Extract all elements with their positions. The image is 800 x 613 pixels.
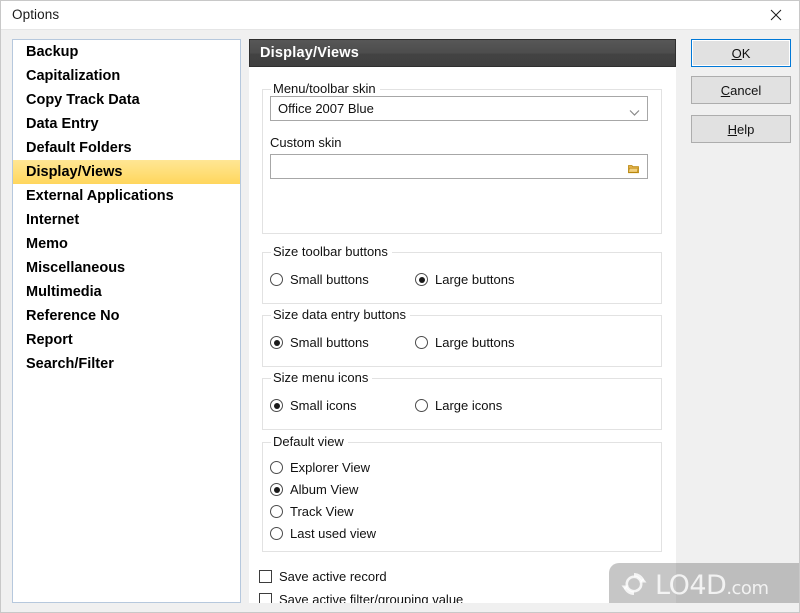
group-legend-menu-icons: Size menu icons bbox=[271, 370, 373, 385]
radio-label: Large buttons bbox=[435, 335, 515, 350]
sidebar-item-internet[interactable]: Internet bbox=[13, 208, 240, 232]
radio-icon[interactable] bbox=[415, 336, 428, 349]
sidebar-item-label: Multimedia bbox=[26, 284, 102, 300]
watermark-suffix: .com bbox=[726, 578, 769, 599]
cancel-button[interactable]: Cancel bbox=[691, 76, 791, 104]
radio-label: Large icons bbox=[435, 398, 503, 413]
default-view-track-view[interactable]: Track View bbox=[270, 504, 354, 519]
sidebar-item-label: Miscellaneous bbox=[26, 260, 126, 276]
sidebar-item-label: External Applications bbox=[26, 188, 174, 204]
sidebar-item-data-entry[interactable]: Data Entry bbox=[13, 112, 240, 136]
title-bar: Options bbox=[1, 1, 799, 30]
radio-icon[interactable] bbox=[415, 399, 428, 412]
category-list[interactable]: Backup Capitalization Copy Track Data Data … bbox=[12, 39, 241, 603]
window-title: Options bbox=[12, 7, 60, 22]
menu-icons-small-icons[interactable]: Small icons bbox=[270, 398, 356, 413]
custom-skin-input[interactable] bbox=[270, 154, 648, 179]
default-view-album-view[interactable]: Album View bbox=[270, 482, 358, 497]
group-legend-default-view: Default view bbox=[271, 434, 348, 449]
checkbox-label: Save active filter/grouping value bbox=[279, 592, 464, 603]
group-legend-toolbar-buttons: Size toolbar buttons bbox=[271, 244, 392, 259]
radio-icon[interactable] bbox=[270, 461, 283, 474]
dialog-bottom-strip bbox=[1, 603, 799, 612]
sidebar-item-miscellaneous[interactable]: Miscellaneous bbox=[13, 256, 240, 280]
radio-label: Small icons bbox=[290, 398, 357, 413]
close-icon[interactable] bbox=[753, 1, 799, 29]
ok-button-label: OK bbox=[731, 45, 751, 61]
radio-icon[interactable] bbox=[270, 336, 283, 349]
sidebar-item-copy-track-data[interactable]: Copy Track Data bbox=[13, 88, 240, 112]
sidebar-item-default-folders[interactable]: Default Folders bbox=[13, 136, 240, 160]
group-legend-data-entry-buttons: Size data entry buttons bbox=[271, 307, 410, 322]
checkbox-label: Save active record bbox=[279, 569, 387, 584]
sidebar-item-label: Default Folders bbox=[26, 140, 132, 156]
sidebar-item-label: Reference No bbox=[26, 308, 120, 324]
radio-icon[interactable] bbox=[270, 527, 283, 540]
default-view-last-used-view[interactable]: Last used view bbox=[270, 526, 376, 541]
radio-icon[interactable] bbox=[270, 399, 283, 412]
sidebar-item-display-views[interactable]: Display/Views bbox=[13, 160, 240, 184]
sidebar-item-backup[interactable]: Backup bbox=[13, 40, 240, 64]
sidebar-item-label: Data Entry bbox=[26, 116, 99, 132]
sidebar-item-label: Display/Views bbox=[26, 164, 123, 180]
toolbar-buttons-large-buttons[interactable]: Large buttons bbox=[415, 272, 515, 287]
page-title: Display/Views bbox=[249, 39, 676, 67]
sidebar-item-multimedia[interactable]: Multimedia bbox=[13, 280, 240, 304]
custom-skin-label: Custom skin bbox=[270, 135, 342, 150]
option-save-active-record[interactable]: Save active record bbox=[259, 569, 387, 584]
options-dialog: Options Backup Capitalization Copy Track D… bbox=[0, 0, 800, 613]
skin-combobox[interactable]: Office 2007 Blue bbox=[270, 96, 648, 121]
cancel-button-label: Cancel bbox=[720, 82, 762, 98]
radio-label: Small buttons bbox=[290, 335, 369, 350]
sidebar-item-reference-no[interactable]: Reference No bbox=[13, 304, 240, 328]
option-save-active-filter-grouping-value[interactable]: Save active filter/grouping value bbox=[259, 592, 463, 603]
data-entry-buttons-small-buttons[interactable]: Small buttons bbox=[270, 335, 369, 350]
radio-label: Large buttons bbox=[435, 272, 515, 287]
sidebar-item-capitalization[interactable]: Capitalization bbox=[13, 64, 240, 88]
sidebar-item-label: Copy Track Data bbox=[26, 92, 140, 108]
sidebar-item-label: Internet bbox=[26, 212, 80, 228]
sidebar-item-label: Backup bbox=[26, 44, 79, 60]
radio-label: Album View bbox=[290, 482, 359, 497]
skin-combobox-value: Office 2007 Blue bbox=[278, 101, 374, 116]
sidebar-item-label: Memo bbox=[26, 236, 68, 252]
settings-panel: Display/Views Menu/toolbar skin Office 2… bbox=[249, 39, 676, 603]
help-button[interactable]: Help bbox=[691, 115, 791, 143]
radio-icon[interactable] bbox=[270, 273, 283, 286]
radio-icon[interactable] bbox=[270, 505, 283, 518]
default-view-explorer-view[interactable]: Explorer View bbox=[270, 460, 370, 475]
checkbox-icon[interactable] bbox=[259, 593, 272, 603]
data-entry-buttons-large-buttons[interactable]: Large buttons bbox=[415, 335, 515, 350]
toolbar-buttons-small-buttons[interactable]: Small buttons bbox=[270, 272, 369, 287]
radio-label: Last used view bbox=[290, 526, 376, 541]
sidebar-item-label: Search/Filter bbox=[26, 356, 114, 372]
radio-label: Track View bbox=[290, 504, 354, 519]
group-legend-skin: Menu/toolbar skin bbox=[271, 81, 380, 96]
sidebar-item-label: Report bbox=[26, 332, 73, 348]
radio-icon[interactable] bbox=[270, 483, 283, 496]
sidebar-item-report[interactable]: Report bbox=[13, 328, 240, 352]
chevron-down-icon bbox=[629, 105, 640, 120]
menu-icons-large-icons[interactable]: Large icons bbox=[415, 398, 502, 413]
ok-button[interactable]: OK bbox=[691, 39, 791, 67]
sidebar-item-memo[interactable]: Memo bbox=[13, 232, 240, 256]
sidebar-item-search-filter[interactable]: Search/Filter bbox=[13, 352, 240, 376]
checkbox-icon[interactable] bbox=[259, 570, 272, 583]
radio-label: Explorer View bbox=[290, 460, 370, 475]
sidebar-item-label: Capitalization bbox=[26, 68, 121, 84]
radio-icon[interactable] bbox=[415, 273, 428, 286]
folder-icon[interactable] bbox=[628, 162, 639, 174]
help-button-label: Help bbox=[727, 121, 755, 137]
radio-label: Small buttons bbox=[290, 272, 369, 287]
sidebar-item-external-applications[interactable]: External Applications bbox=[13, 184, 240, 208]
